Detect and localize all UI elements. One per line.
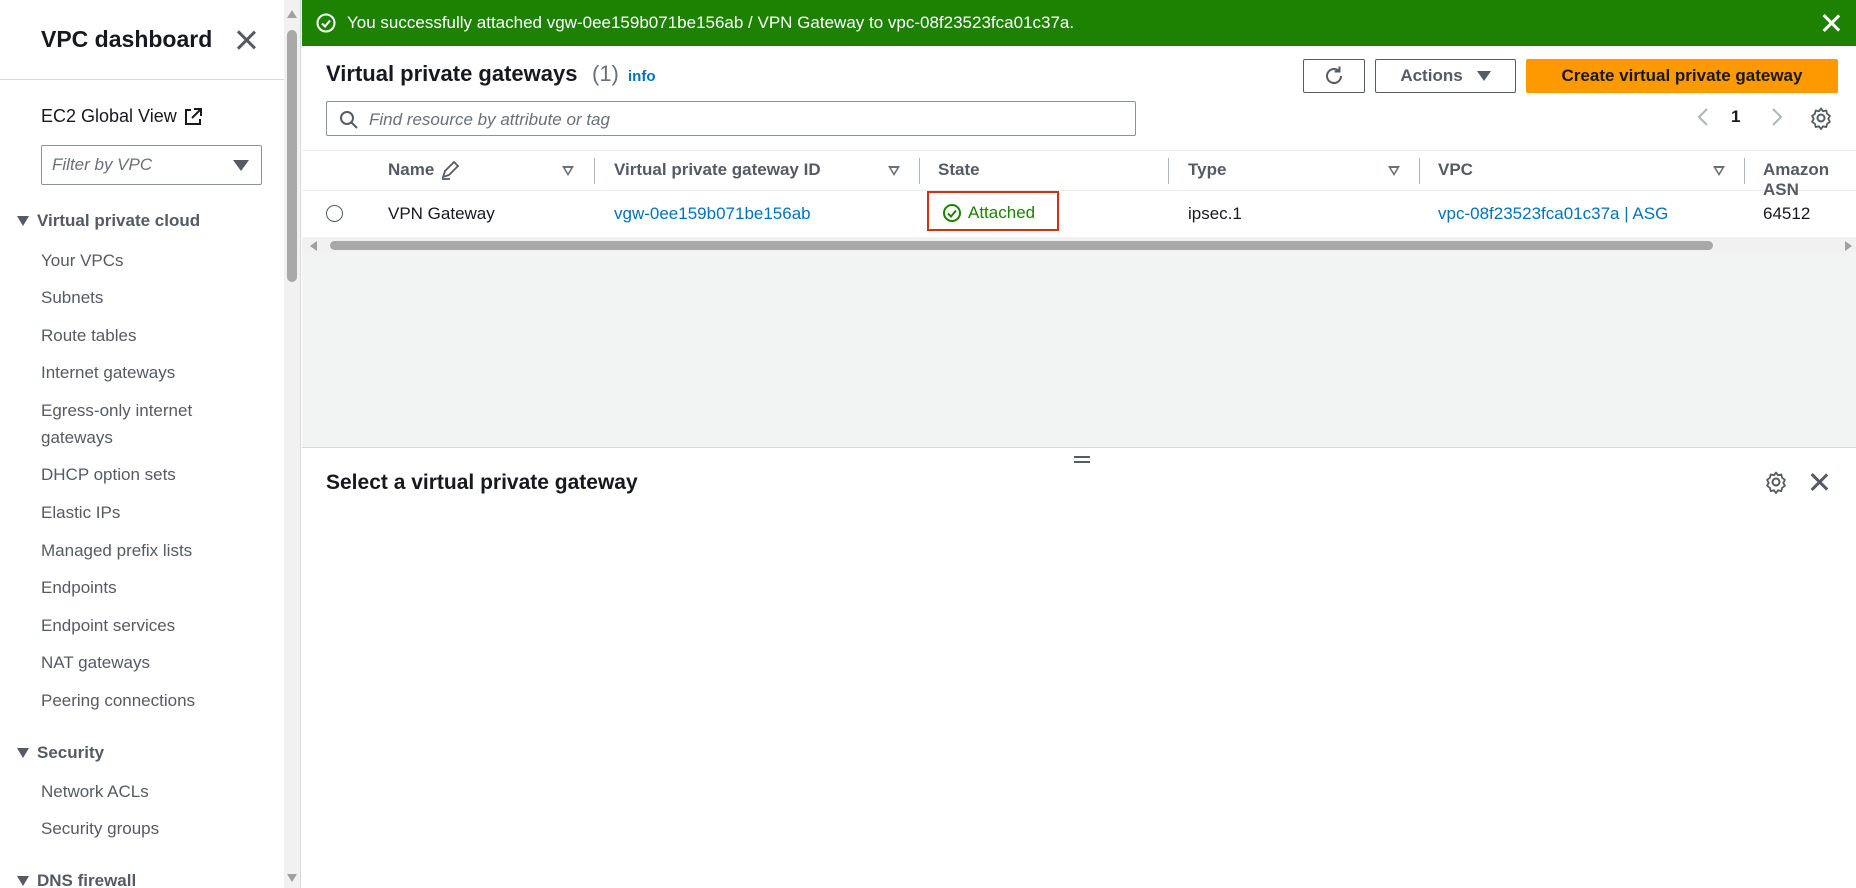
table-header: Virtual private gateways (1) info Action…	[302, 46, 1856, 150]
ec2-global-view-label: EC2 Global View	[41, 106, 177, 126]
cell-gateway-id-link[interactable]: vgw-0ee159b071be156ab	[614, 204, 811, 224]
sort-icon[interactable]	[888, 166, 900, 176]
sort-icon[interactable]	[1713, 166, 1725, 176]
check-circle-icon	[316, 13, 336, 33]
nav-item-dhcp-option-sets[interactable]: DHCP option sets	[41, 461, 241, 488]
nav-item-nat-gateways[interactable]: NAT gateways	[41, 649, 241, 676]
cell-name: VPN Gateway	[388, 204, 495, 223]
create-virtual-private-gateway-button[interactable]: Create virtual private gateway	[1526, 59, 1838, 93]
nav-section-label: Virtual private cloud	[37, 211, 201, 230]
close-icon[interactable]	[1807, 470, 1831, 494]
flash-message: You successfully attached vgw-0ee159b071…	[347, 13, 1075, 32]
caret-down-icon	[17, 216, 29, 226]
nav-section-virtual-private-cloud[interactable]: Virtual private cloud	[17, 211, 200, 231]
caret-down-icon	[17, 748, 29, 758]
column-divider[interactable]	[1168, 158, 1169, 184]
nav-item-route-tables[interactable]: Route tables	[41, 322, 241, 349]
sidebar-title: VPC dashboard	[41, 26, 213, 52]
info-link[interactable]: info	[628, 68, 656, 85]
refresh-icon	[1326, 66, 1342, 84]
cell-state: Attached	[942, 203, 1035, 223]
close-icon[interactable]	[232, 26, 260, 54]
sidebar-header: VPC dashboard	[0, 0, 284, 80]
scrollbar-thumb[interactable]	[287, 30, 297, 282]
state-label: Attached	[968, 203, 1036, 222]
column-divider[interactable]	[919, 158, 920, 184]
column-divider[interactable]	[594, 158, 595, 184]
nav-item-endpoint-services[interactable]: Endpoint services	[41, 612, 241, 639]
scrollbar-thumb[interactable]	[330, 241, 1713, 250]
table-row[interactable]: VPN Gateway vgw-0ee159b071be156ab Attach…	[302, 191, 1856, 236]
column-divider[interactable]	[1419, 158, 1420, 184]
caret-down-icon	[1476, 71, 1491, 81]
resource-count: (1)	[592, 61, 619, 86]
nav-section-dns-firewall[interactable]: DNS firewall	[17, 871, 136, 888]
cell-amazon-asn: 64512	[1763, 204, 1811, 223]
scroll-left-icon[interactable]	[310, 241, 317, 251]
nav-item-peering-connections[interactable]: Peering connections	[41, 687, 241, 714]
column-header-name[interactable]: Name	[388, 160, 460, 180]
column-divider[interactable]	[1744, 158, 1745, 184]
actions-label: Actions	[1400, 66, 1463, 85]
cell-vpc-link[interactable]: vpc-08f23523fca01c37a | ASG	[1438, 204, 1668, 224]
check-circle-icon	[943, 204, 961, 222]
console-root: VPC dashboard EC2 Global View Filter by …	[0, 0, 1856, 888]
search-icon	[340, 111, 358, 129]
nav-item-endpoints[interactable]: Endpoints	[41, 574, 241, 601]
vpc-filter-placeholder: Filter by VPC	[52, 155, 153, 174]
success-flash-banner: You successfully attached vgw-0ee159b071…	[302, 0, 1856, 46]
column-header-vpc[interactable]: VPC	[1438, 160, 1473, 180]
nav-section-security[interactable]: Security	[17, 743, 104, 763]
chevron-right-icon[interactable]	[1770, 107, 1784, 127]
details-split-panel: Select a virtual private gateway	[302, 447, 1856, 888]
resize-handle[interactable]	[1074, 454, 1090, 464]
search-placeholder: Find resource by attribute or tag	[369, 110, 610, 129]
nav-item-egress-only-internet-gateways[interactable]: Egress-only internet gateways	[41, 397, 241, 451]
table-horizontal-scrollbar[interactable]	[302, 237, 1856, 252]
page-title: Virtual private gateways	[326, 61, 578, 86]
table-empty-area	[302, 252, 1856, 447]
actions-dropdown-button[interactable]: Actions	[1375, 59, 1516, 93]
nav-section-label: DNS firewall	[37, 871, 137, 888]
chevron-left-icon[interactable]	[1696, 107, 1710, 127]
nav-item-elastic-ips[interactable]: Elastic IPs	[41, 499, 241, 526]
column-header-gateway-id[interactable]: Virtual private gateway ID	[614, 160, 821, 180]
sort-icon[interactable]	[562, 166, 574, 176]
nav-section-label: Security	[37, 743, 105, 762]
column-header-state[interactable]: State	[938, 160, 980, 180]
caret-down-icon	[233, 160, 249, 171]
sidebar-scrollbar[interactable]	[284, 0, 300, 888]
gateways-table: Name Virtual private gateway ID State Ty…	[302, 150, 1856, 252]
cell-type: ipsec.1	[1188, 204, 1242, 223]
sidebar: VPC dashboard EC2 Global View Filter by …	[0, 0, 301, 888]
external-link-icon	[184, 107, 202, 125]
nav-item-managed-prefix-lists[interactable]: Managed prefix lists	[41, 537, 241, 564]
nav-item-internet-gateways[interactable]: Internet gateways	[41, 359, 241, 386]
search-input[interactable]: Find resource by attribute or tag	[326, 101, 1136, 136]
nav-item-network-acls[interactable]: Network ACLs	[41, 778, 241, 805]
scroll-right-icon[interactable]	[1845, 241, 1852, 251]
nav-item-security-groups[interactable]: Security groups	[41, 815, 241, 842]
dismiss-flash-icon[interactable]	[1820, 12, 1842, 34]
column-name-label: Name	[388, 160, 435, 179]
refresh-button[interactable]	[1303, 59, 1365, 93]
nav-item-your-vpcs[interactable]: Your VPCs	[41, 247, 241, 274]
scroll-up-icon[interactable]	[287, 10, 297, 18]
gear-icon[interactable]	[1809, 106, 1833, 130]
caret-down-icon	[17, 876, 29, 886]
page-number[interactable]: 1	[1731, 107, 1740, 127]
vpc-filter-select[interactable]: Filter by VPC	[41, 145, 262, 185]
column-header-type[interactable]: Type	[1188, 160, 1226, 180]
ec2-global-view-link[interactable]: EC2 Global View	[41, 106, 203, 127]
edit-icon	[441, 160, 460, 180]
table-head: Name Virtual private gateway ID State Ty…	[302, 151, 1856, 199]
scroll-down-icon[interactable]	[287, 874, 297, 882]
gear-icon[interactable]	[1764, 470, 1788, 494]
nav-item-subnets[interactable]: Subnets	[41, 284, 241, 311]
row-select-radio[interactable]	[326, 205, 343, 222]
sort-icon[interactable]	[1388, 166, 1400, 176]
details-title: Select a virtual private gateway	[326, 471, 638, 494]
